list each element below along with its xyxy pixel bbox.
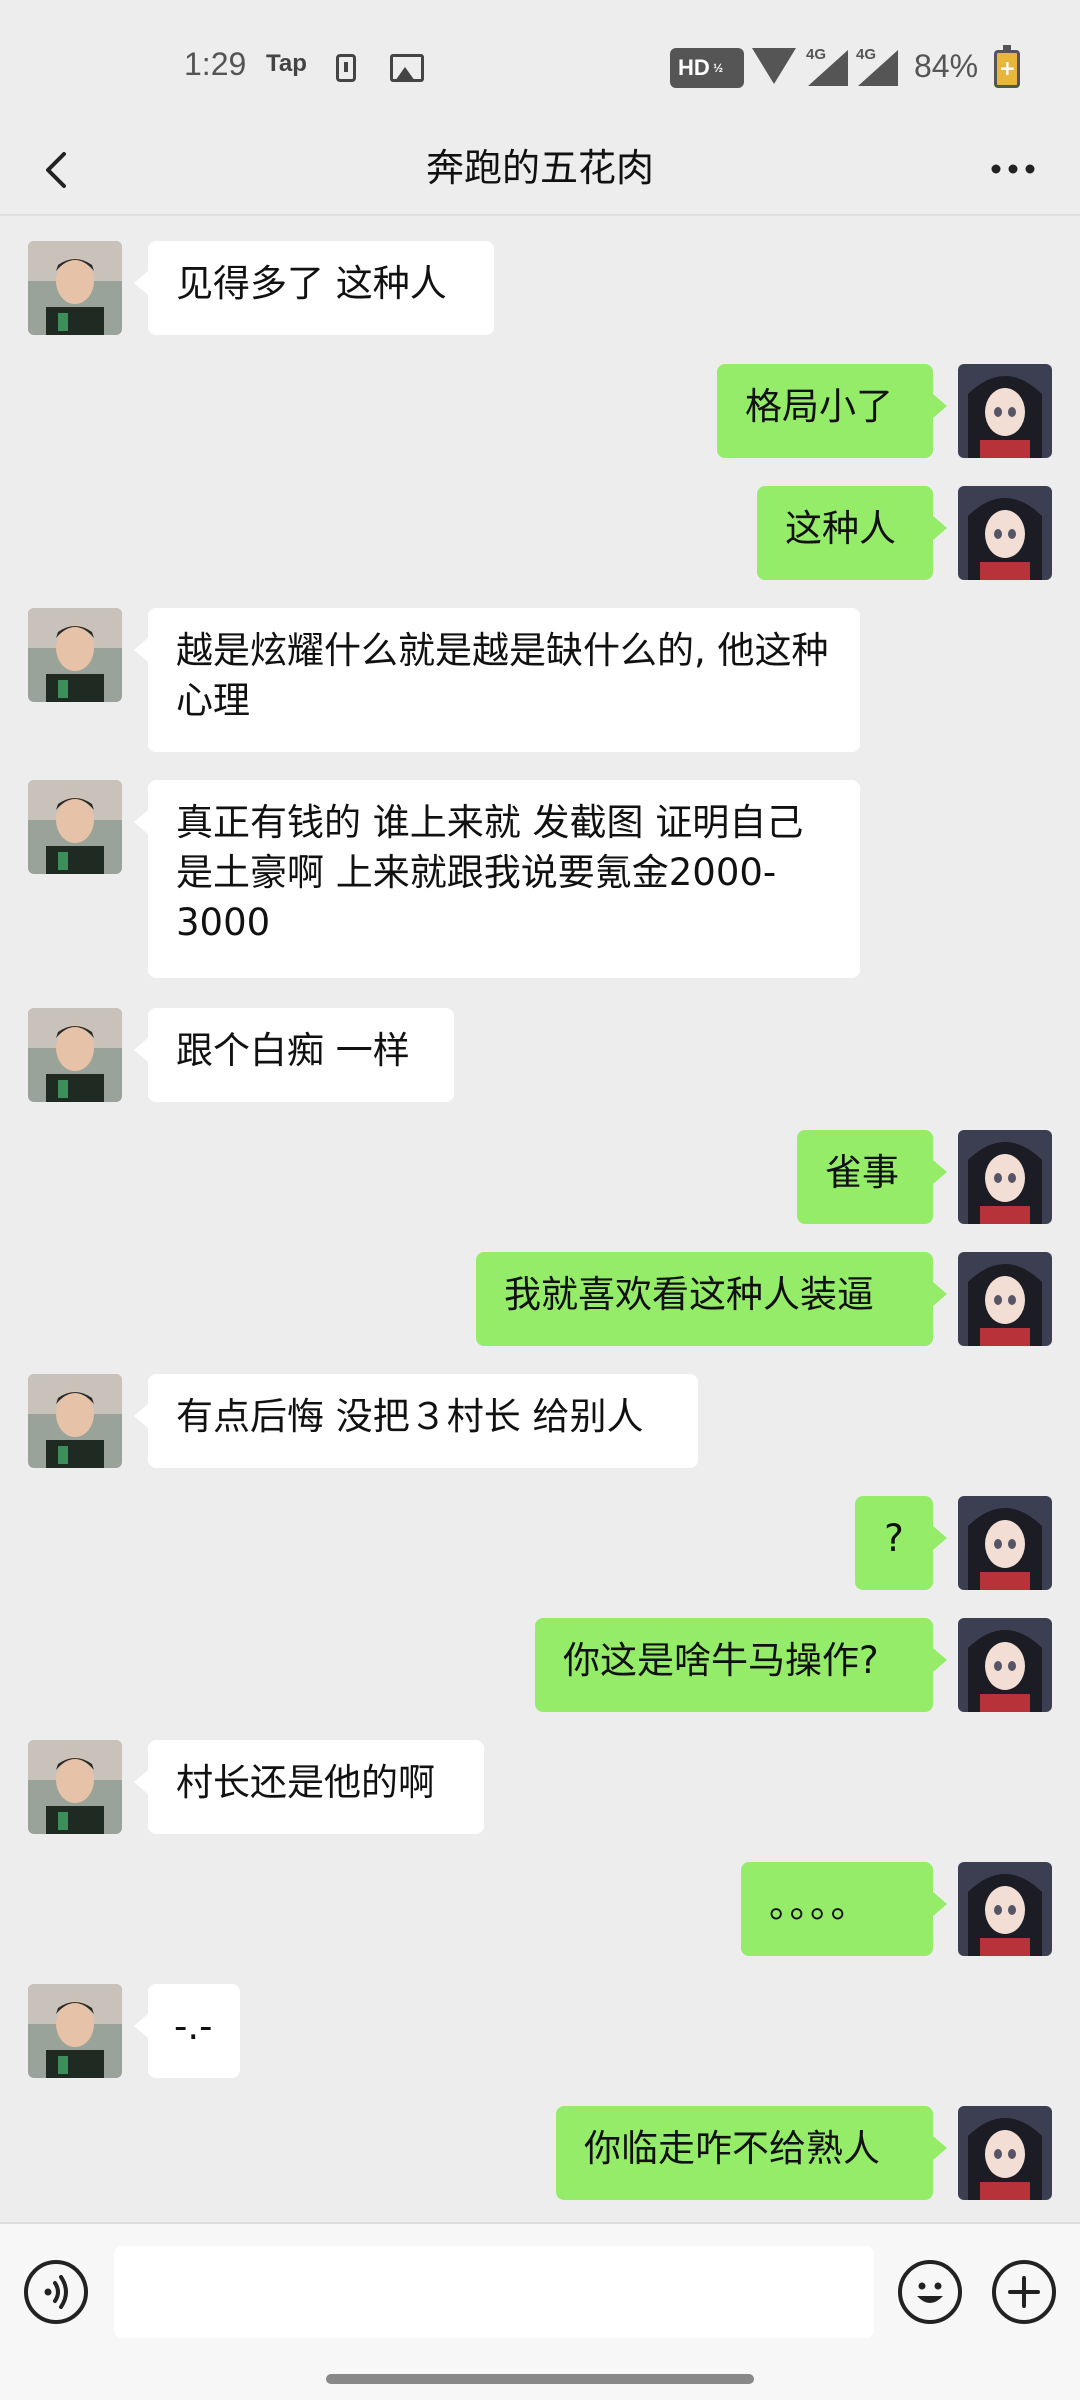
user-avatar[interactable] (958, 486, 1052, 580)
status-app-label: Tap (266, 50, 307, 77)
message-bubble-outgoing[interactable]: 格局小了 (717, 364, 947, 458)
signal-icon-2 (858, 50, 898, 86)
chat-header: 奔跑的五花肉 (0, 130, 1080, 216)
contact-avatar[interactable] (28, 1984, 122, 2078)
contact-avatar[interactable] (28, 241, 122, 335)
message-bubble-incoming[interactable]: 有点后悔 没把３村长 给别人 (134, 1374, 698, 1468)
message-bubble-incoming[interactable]: 真正有钱的 谁上来就 发截图 证明自己是土豪啊 上来就跟我说要氪金2000-30… (134, 780, 860, 978)
voice-icon[interactable] (24, 2260, 88, 2324)
plus-icon[interactable] (992, 2260, 1056, 2324)
home-indicator[interactable] (326, 2374, 754, 2384)
message-input[interactable] (114, 2246, 874, 2338)
wifi-icon (752, 48, 796, 84)
message-bubble-incoming[interactable]: 跟个白痴 一样 (134, 1008, 454, 1102)
user-avatar[interactable] (958, 1130, 1052, 1224)
user-avatar[interactable] (958, 2106, 1052, 2200)
contact-avatar[interactable] (28, 780, 122, 874)
message-bubble-incoming[interactable]: 村长还是他的啊 (134, 1740, 484, 1834)
user-avatar[interactable] (958, 1496, 1052, 1590)
image-icon (390, 54, 424, 82)
contact-avatar[interactable] (28, 608, 122, 702)
message-bubble-outgoing[interactable]: 。。。。 (741, 1862, 947, 1956)
user-avatar[interactable] (958, 364, 1052, 458)
user-avatar[interactable] (958, 1252, 1052, 1346)
message-bubble-outgoing[interactable]: ? (855, 1496, 947, 1590)
message-bubble-outgoing[interactable]: 这种人 (757, 486, 947, 580)
message-bubble-incoming[interactable]: 越是炫耀什么就是越是缺什么的, 他这种心理 (134, 608, 860, 752)
hd-badge: HD ½ (670, 48, 744, 88)
battery-percent: 84% (914, 48, 979, 84)
battery-charging-icon (994, 45, 1020, 88)
user-avatar[interactable] (958, 1862, 1052, 1956)
emoji-icon[interactable] (898, 2260, 962, 2324)
contact-avatar[interactable] (28, 1008, 122, 1102)
message-bubble-incoming[interactable]: 见得多了 这种人 (134, 241, 494, 335)
chat-title: 奔跑的五花肉 (425, 146, 654, 190)
hd-label: HD (678, 55, 710, 80)
status-time: 1:29 (184, 46, 247, 82)
message-bubble-outgoing[interactable]: 你临走咋不给熟人 (556, 2106, 947, 2200)
message-list[interactable]: 见得多了 这种人 格局小了 这种人 越是炫耀什么就是越是缺什么的, 他这种心理 … (0, 216, 1080, 2216)
signal-icon (808, 50, 848, 86)
message-bubble-outgoing[interactable]: 雀事 (797, 1130, 947, 1224)
user-avatar[interactable] (958, 1618, 1052, 1712)
download-icon (336, 54, 356, 82)
status-bar: 1:29 Tap HD ½ 4G 4G 84% (0, 0, 1080, 130)
contact-avatar[interactable] (28, 1740, 122, 1834)
input-bar (0, 2222, 1080, 2400)
contact-avatar[interactable] (28, 1374, 122, 1468)
message-bubble-outgoing[interactable]: 我就喜欢看这种人装逼 (476, 1252, 947, 1346)
message-bubble-incoming[interactable]: -.- (134, 1984, 240, 2078)
message-bubble-outgoing[interactable]: 你这是啥牛马操作? (535, 1618, 947, 1712)
more-dots-icon[interactable] (990, 156, 1036, 182)
